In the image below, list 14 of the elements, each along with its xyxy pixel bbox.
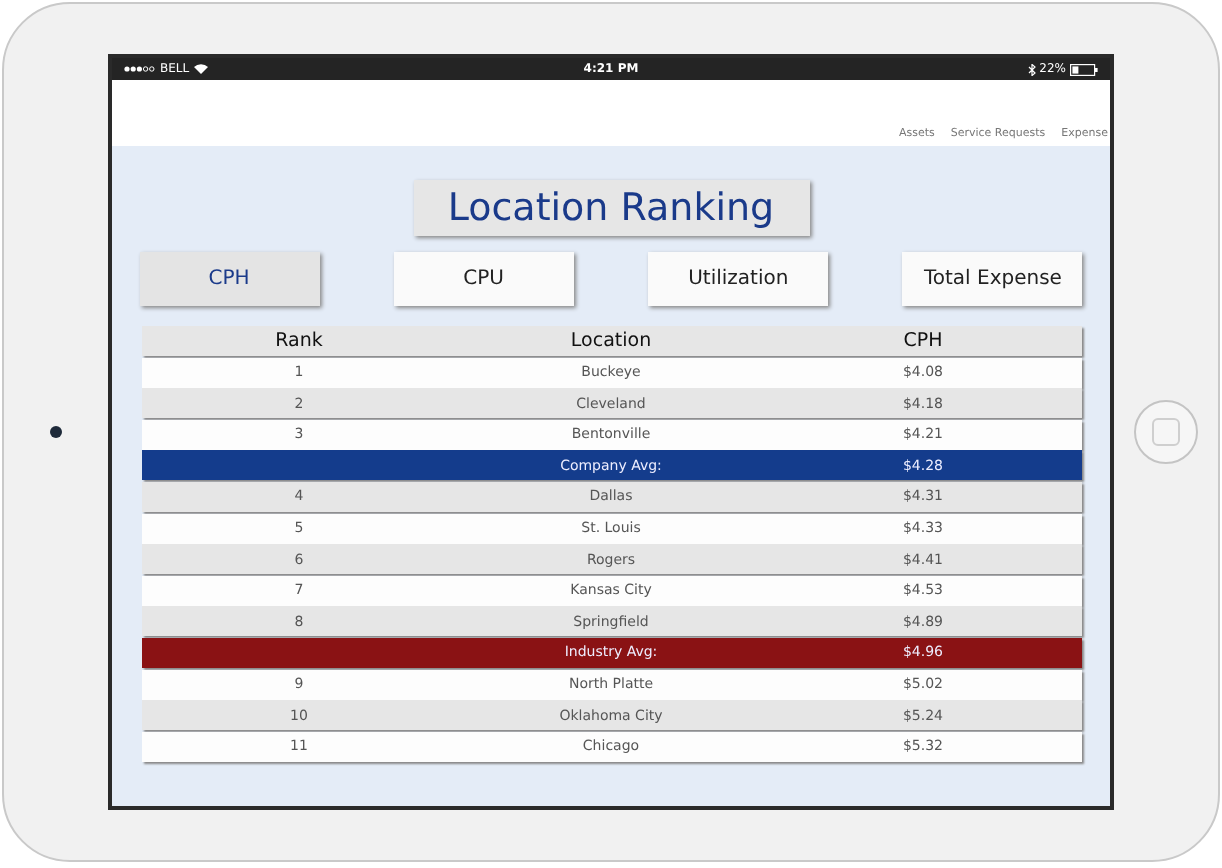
tab[interactable]: CPU [393,252,574,306]
column-header: Rank [273,330,325,352]
column-header: CPH [901,330,945,352]
battery-icon [1070,63,1098,75]
wifi-icon [193,64,208,74]
tab[interactable]: Total Expense [902,252,1083,306]
bluetooth-icon [1027,63,1036,75]
page-title: Location Ranking [413,180,809,236]
camera-icon [50,426,62,438]
signal-icon [124,64,156,74]
tab[interactable]: CPH [139,252,319,306]
home-button[interactable] [1134,400,1198,464]
tab[interactable]: Utilization [648,252,829,306]
column-header: Location [568,330,654,352]
